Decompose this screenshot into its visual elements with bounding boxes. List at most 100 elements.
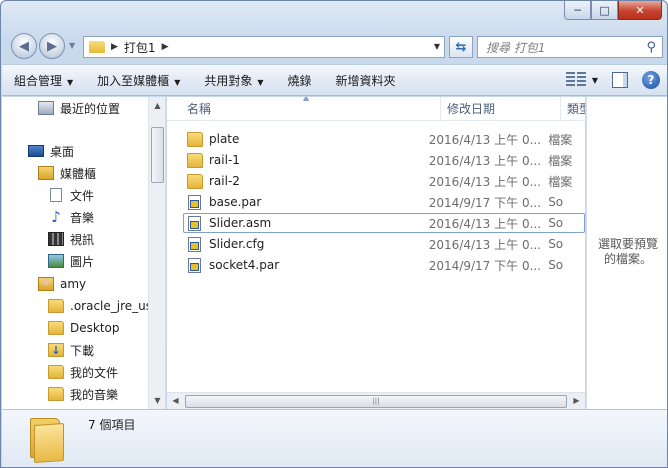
add-to-library-button[interactable]: 加入至媒體櫃 ▼ [85, 72, 192, 89]
organize-button[interactable]: 組合管理 ▼ [2, 72, 85, 89]
sidebar-item-label: 最近的位置 [60, 101, 121, 116]
sidebar-item-label: 我的音樂 [70, 387, 119, 402]
address-bar[interactable]: ▶ 打包1 ▶ ▼ [83, 36, 445, 58]
sidebar-item-videos[interactable]: 視訊 [48, 228, 94, 250]
back-button[interactable]: ◀ [11, 33, 37, 59]
folder-icon [48, 321, 64, 335]
file-name: Slider.cfg [209, 237, 265, 251]
preview-pane: 選取要預覽 的檔案。 [586, 97, 667, 409]
caption-buttons: ─ □ ✕ [564, 1, 662, 20]
library-icon [38, 166, 54, 180]
add-to-library-label: 加入至媒體櫃 [97, 73, 170, 88]
file-date: 2016/4/13 上午 0... [428, 237, 542, 252]
folder-icon [187, 131, 203, 147]
file-date: 2016/4/13 上午 0... [428, 132, 542, 147]
search-icon[interactable]: ⚲ [646, 40, 656, 55]
refresh-button[interactable]: ⇆ [449, 36, 473, 58]
scroll-left-icon[interactable]: ◀ [167, 393, 184, 409]
burn-button[interactable]: 燒錄 [276, 72, 324, 89]
scroll-right-icon[interactable]: ▶ [568, 393, 585, 409]
chevron-down-icon: ▼ [174, 77, 181, 87]
sidebar-item-pictures[interactable]: 圖片 [48, 250, 94, 272]
forward-button[interactable]: ▶ [39, 33, 65, 59]
column-header-row: ▲ 名稱 修改日期 類型 [167, 97, 585, 121]
file-list: ▲ 名稱 修改日期 類型 plate 2016/4/13 上午 0... 檔案 … [167, 97, 585, 409]
column-header-name[interactable]: 名稱 [181, 97, 441, 121]
file-name: rail-1 [209, 153, 240, 167]
file-name: socket4.par [209, 258, 280, 272]
close-button[interactable]: ✕ [618, 1, 662, 20]
file-type: 檔案 [548, 153, 573, 168]
new-folder-button[interactable]: 新增資料夾 [324, 72, 408, 89]
share-with-button[interactable]: 共用對象 ▼ [192, 72, 275, 89]
navigation-pane: 最近的位置 桌面 媒體櫃 文件 ♪ 音樂 視訊 圖片 amy .oracle_jr… [2, 97, 166, 409]
sidebar-item-my-music[interactable]: 我的音樂 [48, 383, 118, 405]
preview-pane-button[interactable] [612, 72, 628, 88]
sidebar-item-oracle[interactable]: .oracle_jre_usa [48, 295, 159, 317]
file-row-rail-2[interactable]: rail-2 2016/4/13 上午 0... 檔案 [183, 171, 585, 191]
navigation-scrollbar[interactable]: ▲ ▼ [148, 97, 165, 409]
sidebar-item-libraries[interactable]: 媒體櫃 [38, 162, 96, 184]
scroll-up-icon[interactable]: ▲ [149, 97, 165, 114]
scrollbar-thumb[interactable]: ||| [185, 395, 567, 408]
sidebar-item-label: amy [60, 277, 87, 291]
change-view-button[interactable]: ▼ [565, 72, 598, 88]
chevron-down-icon: ▼ [257, 77, 264, 87]
downloads-icon: ↓ [48, 343, 64, 357]
file-type: So [548, 237, 564, 251]
scrollbar-thumb[interactable] [151, 127, 164, 183]
user-folder-icon [38, 277, 54, 291]
folder-icon [28, 418, 68, 464]
file-row-plate[interactable]: plate 2016/4/13 上午 0... 檔案 [183, 129, 585, 149]
folder-icon [48, 299, 64, 313]
sidebar-item-desktop[interactable]: 桌面 [28, 140, 74, 162]
minimize-button[interactable]: ─ [564, 1, 591, 20]
search-input[interactable]: 搜尋 打包1 ⚲ [477, 36, 663, 58]
file-date: 2014/9/17 下午 0... [428, 195, 542, 210]
file-date: 2016/4/13 上午 0... [428, 174, 542, 189]
file-row-slider-cfg[interactable]: Slider.cfg 2016/4/13 上午 0... So [183, 234, 585, 254]
item-count: 7 個項目 [88, 418, 136, 432]
sidebar-item-label: 視訊 [70, 232, 95, 247]
search-placeholder: 搜尋 打包1 [486, 40, 546, 55]
file-name: rail-2 [209, 174, 240, 188]
solid-edge-file-icon [188, 236, 201, 252]
sidebar-item-label: 圖片 [70, 254, 95, 269]
recent-pages-dropdown[interactable]: ▼ [69, 41, 75, 50]
file-name: Slider.asm [209, 216, 272, 230]
sidebar-item-desktop-folder[interactable]: Desktop [48, 317, 120, 339]
file-date: 2016/4/13 上午 0... [428, 153, 542, 168]
chevron-down-icon: ▼ [67, 77, 74, 87]
file-row-base-par[interactable]: base.par 2014/9/17 下午 0... So [183, 192, 585, 212]
sidebar-item-music[interactable]: ♪ 音樂 [48, 206, 94, 228]
horizontal-scrollbar[interactable]: ◀ ||| ▶ [167, 392, 585, 409]
preview-message: 選取要預覽 的檔案。 [587, 237, 667, 267]
file-row-socket4-par[interactable]: socket4.par 2014/9/17 下午 0... So [183, 255, 585, 275]
scroll-down-icon[interactable]: ▼ [149, 392, 165, 409]
folder-icon [89, 41, 105, 53]
file-name: plate [209, 132, 240, 146]
chevron-right-icon[interactable]: ▶ [111, 42, 118, 52]
file-row-slider-asm[interactable]: Slider.asm 2016/4/13 上午 0... So [183, 213, 585, 233]
file-row-rail-1[interactable]: rail-1 2016/4/13 上午 0... 檔案 [183, 150, 585, 170]
file-name: base.par [209, 195, 262, 209]
file-type: So [548, 195, 564, 209]
sidebar-item-label: .oracle_jre_usa [70, 299, 160, 313]
maximize-button[interactable]: □ [591, 1, 618, 20]
breadcrumb[interactable]: 打包1 [124, 39, 156, 56]
chevron-right-icon[interactable]: ▶ [162, 42, 169, 52]
sidebar-item-downloads[interactable]: ↓ 下載 [48, 339, 94, 361]
address-dropdown-icon[interactable]: ▼ [434, 42, 440, 51]
sidebar-item-recent[interactable]: 最近的位置 [38, 97, 120, 119]
recent-places-icon [38, 101, 54, 115]
sidebar-item-documents[interactable]: 文件 [48, 184, 94, 206]
file-type: So [548, 258, 564, 272]
column-header-modified[interactable]: 修改日期 [441, 97, 561, 121]
help-button[interactable]: ? [642, 71, 660, 89]
sidebar-item-amy[interactable]: amy [38, 273, 86, 295]
column-header-type[interactable]: 類型 [561, 97, 585, 121]
sidebar-item-my-documents[interactable]: 我的文件 [48, 361, 118, 383]
folder-icon [187, 152, 203, 168]
folder-icon [48, 387, 64, 401]
details-pane: 7 個項目 [2, 409, 667, 467]
